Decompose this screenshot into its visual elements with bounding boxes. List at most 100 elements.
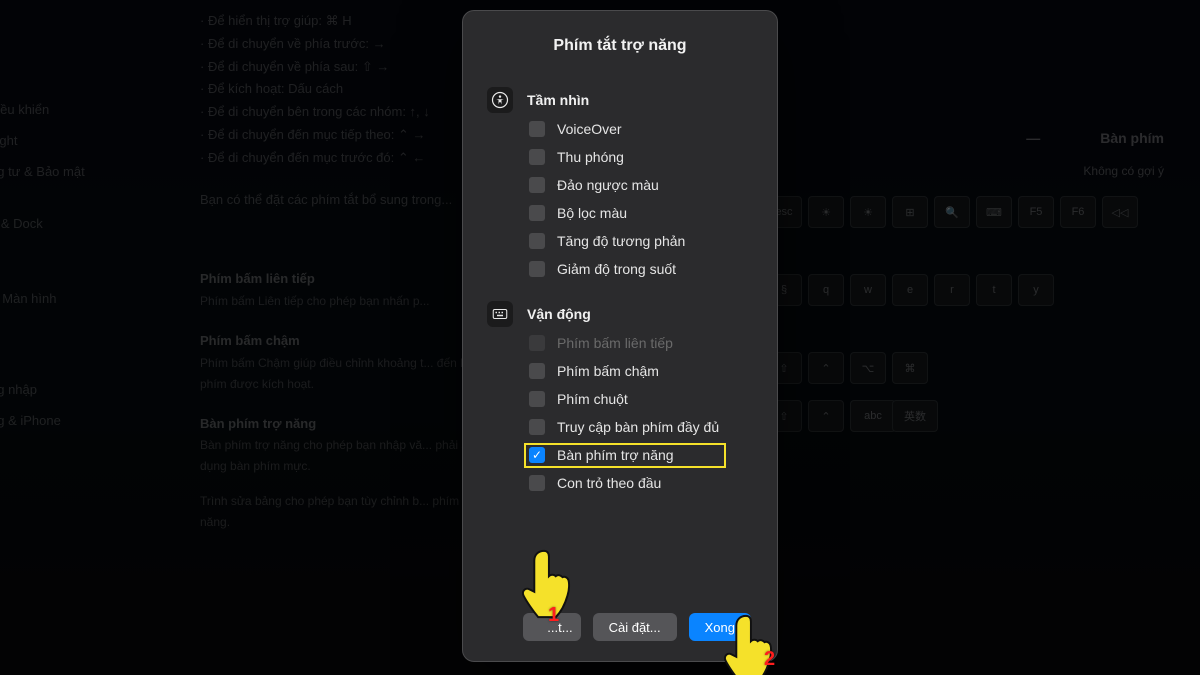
kb-key: q — [808, 274, 844, 306]
section-vision: Tầm nhìn — [487, 87, 751, 113]
opt-label: VoiceOver — [557, 121, 622, 137]
bg-mid-desc: Trình sửa bảng cho phép bạn tùy chỉnh b.… — [200, 491, 480, 533]
truncated-button[interactable]: ...t... — [523, 613, 581, 641]
opt-label: Thu phóng — [557, 149, 624, 165]
checkbox[interactable] — [529, 391, 545, 407]
opt-full-keyboard-access[interactable]: Truy cập bàn phím đầy đủ — [529, 419, 751, 435]
bg-kb-dash: — — [1026, 130, 1040, 146]
checkbox[interactable] — [529, 121, 545, 137]
checkbox[interactable] — [529, 475, 545, 491]
bg-kb-row: § q w e r t y — [754, 268, 1194, 312]
bg-kb-row: esc ☀︎ ☀︎ ⊞ 🔍 ⌨︎ F5 F6 ◁◁ — [754, 190, 1194, 234]
bg-sidebar-item: ng & iPhone — [0, 406, 180, 437]
opt-zoom[interactable]: Thu phóng — [529, 149, 751, 165]
kb-key: ⊞ — [892, 196, 928, 228]
kb-key: t — [976, 274, 1012, 306]
opt-label: Phím chuột — [557, 391, 628, 407]
section-motor-label: Vận động — [527, 306, 591, 322]
opt-accessibility-keyboard[interactable]: Bàn phím trợ năng — [529, 447, 751, 463]
bg-help-extra: Bạn có thể đặt các phím tắt bổ sung tron… — [200, 189, 460, 212]
bg-sidebar-item: & Màn hình — [0, 284, 180, 315]
bg-mid-heading: Phím bấm chậm — [200, 330, 480, 353]
checkbox[interactable] — [529, 233, 545, 249]
bg-help-line: · Để hiển thị trợ giúp: ⌘ H — [200, 10, 460, 33]
opt-head-pointer[interactable]: Con trỏ theo đầu — [529, 475, 751, 491]
bg-kb-hint: Không có gợi ý — [754, 156, 1194, 190]
kb-key: ⌥ — [850, 352, 886, 384]
bg-mid-pane: Phím bấm liên tiếp Phím bấm Liên tiếp ch… — [200, 250, 480, 533]
kb-key: e — [892, 274, 928, 306]
bg-keyboard-panel: — Bàn phím Không có gợi ý esc ☀︎ ☀︎ ⊞ 🔍 … — [754, 120, 1194, 438]
accessibility-shortcuts-dialog: Phím tắt trợ năng Tầm nhìn VoiceOver Thu… — [462, 10, 778, 662]
bg-sidebar-item: ng nhập — [0, 375, 180, 406]
bg-help-line: · Để di chuyển bên trong các nhóm: ↑, ↓ — [200, 101, 460, 124]
section-motor: Vận động — [487, 301, 751, 327]
opt-slow-keys[interactable]: Phím bấm chậm — [529, 363, 751, 379]
bg-help-line: · Để di chuyển đến mục trước đó: ⌃ ← — [200, 147, 460, 170]
kb-key: ☀︎ — [808, 196, 844, 228]
section-vision-label: Tầm nhìn — [527, 92, 589, 108]
done-button[interactable]: Xong — [689, 613, 751, 641]
checkbox[interactable] — [529, 149, 545, 165]
screen-root: · Để hiển thị trợ giúp: ⌘ H · Để di chuy… — [0, 0, 1200, 675]
checkbox[interactable] — [529, 205, 545, 221]
bg-sidebar-item: n & Dock — [0, 209, 180, 240]
opt-label: Bàn phím trợ năng — [557, 447, 674, 463]
kb-key: y — [1018, 274, 1054, 306]
checkbox[interactable] — [529, 363, 545, 379]
opt-voiceover[interactable]: VoiceOver — [529, 121, 751, 137]
bg-kb-title: Bàn phím — [1100, 130, 1164, 146]
opt-label: Bộ lọc màu — [557, 205, 627, 221]
bg-sidebar-item: tlight — [0, 126, 180, 157]
bg-mid-desc: Phím bấm Liên tiếp cho phép bạn nhấn p..… — [200, 291, 480, 312]
opt-label: Giảm độ trong suốt — [557, 261, 676, 277]
opt-color-filters[interactable]: Bộ lọc màu — [529, 205, 751, 221]
bg-kb-row: ⇧ ⌃ abc 英数 — [754, 394, 1194, 438]
opt-invert-colors[interactable]: Đảo ngược màu — [529, 177, 751, 193]
checkbox[interactable] — [529, 261, 545, 277]
bg-mid-desc: Bàn phím trợ năng cho phép bạn nhập vă..… — [200, 435, 480, 477]
opt-label: Đảo ngược màu — [557, 177, 659, 193]
dialog-buttons: ...t... Cài đặt... Xong — [489, 613, 751, 641]
settings-button[interactable]: Cài đặt... — [593, 613, 677, 641]
kb-key: w — [850, 274, 886, 306]
bg-keyboard-header: — Bàn phím — [754, 120, 1194, 156]
opt-label: Phím bấm chậm — [557, 363, 659, 379]
checkbox[interactable] — [529, 419, 545, 435]
opt-reduce-transparency[interactable]: Giảm độ trong suốt — [529, 261, 751, 277]
motor-options: Phím bấm liên tiếp Phím bấm chậm Phím ch… — [529, 335, 751, 491]
checkbox-checked[interactable] — [529, 447, 545, 463]
bg-sidebar-item: ng tư & Bảo mật — [0, 157, 180, 188]
kb-key: ⌃ — [808, 400, 844, 432]
opt-mouse-keys[interactable]: Phím chuột — [529, 391, 751, 407]
kb-key: 英数 — [892, 400, 938, 432]
bg-help-line: · Để kích hoạt: Dấu cách — [200, 78, 460, 101]
dialog-title: Phím tắt trợ năng — [489, 37, 751, 55]
kb-key: ◁◁ — [1102, 196, 1138, 228]
opt-increase-contrast[interactable]: Tăng độ tương phản — [529, 233, 751, 249]
kb-key: F5 — [1018, 196, 1054, 228]
opt-label: Tăng độ tương phản — [557, 233, 685, 249]
opt-label: Con trỏ theo đầu — [557, 475, 661, 491]
kb-key: ⌨︎ — [976, 196, 1012, 228]
kb-key: ☀︎ — [850, 196, 886, 228]
checkbox[interactable] — [529, 177, 545, 193]
kb-key: 🔍 — [934, 196, 970, 228]
bg-mid-desc: Phím bấm Chậm giúp điều chỉnh khoảng t..… — [200, 353, 480, 395]
opt-sticky-keys[interactable]: Phím bấm liên tiếp — [529, 335, 751, 351]
bg-help-lines: · Để hiển thị trợ giúp: ⌘ H · Để di chuy… — [200, 10, 460, 212]
opt-label: Truy cập bàn phím đầy đủ — [557, 419, 719, 435]
bg-mid-heading: Bàn phím trợ năng — [200, 413, 480, 436]
accessibility-icon — [487, 87, 513, 113]
kb-key: F6 — [1060, 196, 1096, 228]
kb-key: ⌃ — [808, 352, 844, 384]
bg-sidebar-item: điều khiển — [0, 95, 180, 126]
kb-key: abc — [850, 400, 896, 432]
kb-key: ⌘ — [892, 352, 928, 384]
checkbox[interactable] — [529, 335, 545, 351]
bg-mid-heading: Phím bấm liên tiếp — [200, 268, 480, 291]
bg-help-line: · Để di chuyển đến mục tiếp theo: ⌃ → — [200, 124, 460, 147]
kb-key: r — [934, 274, 970, 306]
keyboard-icon — [487, 301, 513, 327]
bg-help-line: · Để di chuyển về phía sau: ⇧ → — [200, 56, 460, 79]
